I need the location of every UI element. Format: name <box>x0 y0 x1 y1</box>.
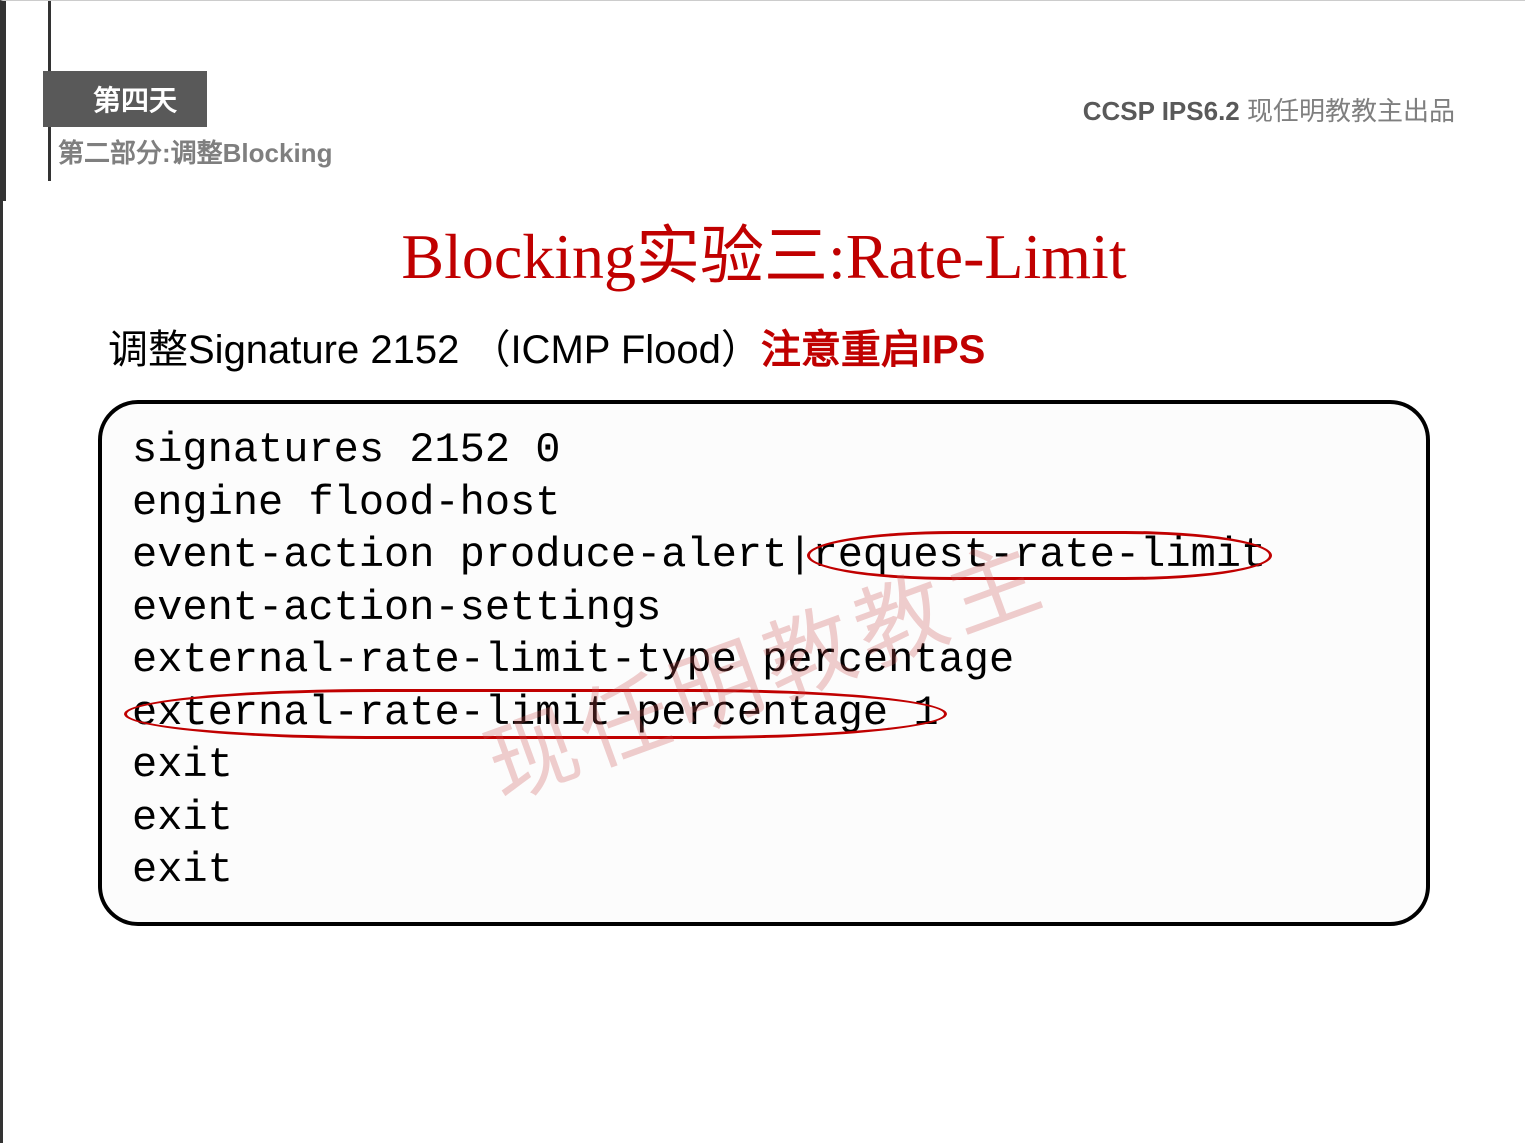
course-code: CCSP IPS6.2 <box>1083 96 1240 126</box>
code-line-3: event-action produce-alert|request-rate-… <box>132 529 1396 582</box>
subtitle-emphasis: 注意重启IPS <box>761 328 985 372</box>
code-line-8: exit <box>132 792 1396 845</box>
code-line-1: signatures 2152 0 <box>132 424 1396 477</box>
subtitle: 调整Signature 2152 （ICMP Flood）注意重启IPS <box>108 317 1525 375</box>
slide-container: 第四天 第二部分:调整Blocking CCSP IPS6.2 现任明教教主出品… <box>0 0 1525 1143</box>
code-line-2: engine flood-host <box>132 477 1396 530</box>
code-line-9: exit <box>132 844 1396 897</box>
author-text: 现任明教教主出品 <box>1240 96 1455 126</box>
course-author: CCSP IPS6.2 现任明教教主出品 <box>1083 91 1455 128</box>
day-tag: 第四天 <box>43 71 207 127</box>
header-area: 第四天 第二部分:调整Blocking CCSP IPS6.2 现任明教教主出品 <box>3 1 1525 170</box>
code-line-4: event-action-settings <box>132 582 1396 635</box>
main-title: Blocking实验三:Rate-Limit <box>3 205 1525 297</box>
code-line-5: external-rate-limit-type percentage <box>132 634 1396 687</box>
code-box: 现任明教教主 signatures 2152 0 engine flood-ho… <box>98 400 1430 926</box>
highlight-request-rate-limit: request-rate-limit <box>813 529 1267 582</box>
highlight-rate-limit-percentage: external-rate-limit-percentage 1 <box>132 687 939 740</box>
section-label: 第二部分:调整Blocking <box>58 133 1525 170</box>
code-line-3-prefix: event-action produce-alert| <box>132 531 813 579</box>
code-line-6: external-rate-limit-percentage 1 <box>132 687 1396 740</box>
code-line-7: exit <box>132 739 1396 792</box>
subtitle-prefix: 调整Signature 2152 （ICMP Flood） <box>108 328 761 372</box>
